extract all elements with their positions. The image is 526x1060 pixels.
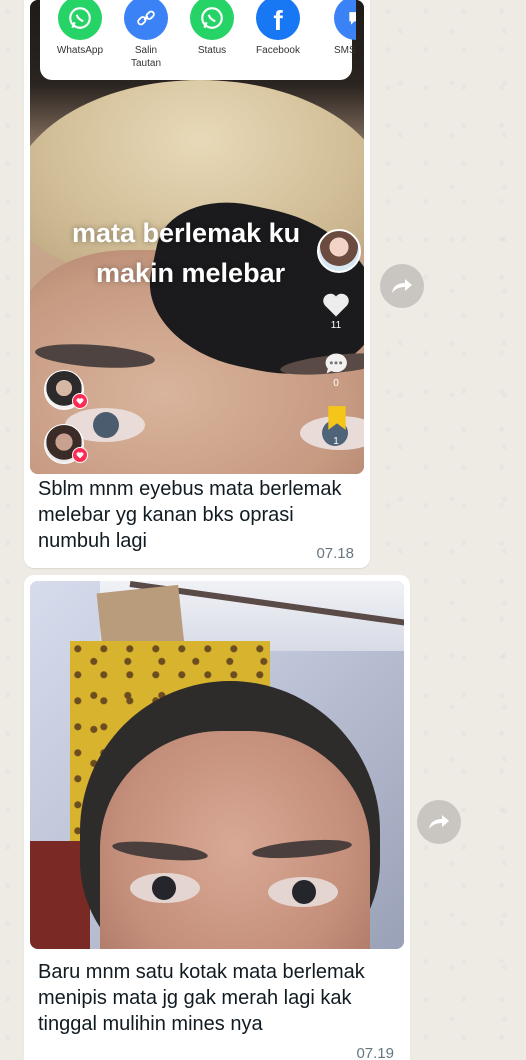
bookmark-icon — [326, 405, 348, 436]
forward-icon — [429, 815, 449, 829]
share-sms[interactable]: SMS — [312, 0, 356, 57]
like-icon — [321, 290, 351, 323]
share-status[interactable]: Status — [180, 0, 244, 57]
video-thumbnail[interactable]: WhatsApp Salin Tautan Status f Facebook — [30, 0, 364, 474]
link-icon — [124, 0, 168, 40]
sms-icon — [334, 0, 356, 40]
message-bubble[interactable]: WhatsApp Salin Tautan Status f Facebook — [24, 0, 370, 568]
whatsapp-icon — [58, 0, 102, 40]
share-facebook[interactable]: f Facebook — [246, 0, 310, 57]
message-timestamp: 07.19 — [356, 1045, 394, 1060]
heart-badge-icon — [72, 393, 88, 409]
message-caption: Baru mnm satu kotak mata berlemak menipi… — [38, 961, 365, 1035]
video-overlay-text: mata berlemak ku — [72, 218, 301, 248]
message-caption: Sblm mnm eyebus mata berlemak melebar yg… — [38, 478, 342, 552]
forward-button[interactable] — [417, 800, 461, 844]
like-count: 11 — [330, 320, 342, 331]
comment-count: 0 — [333, 378, 339, 389]
share-sheet: WhatsApp Salin Tautan Status f Facebook — [40, 0, 356, 80]
share-copy-link[interactable]: Salin Tautan — [114, 0, 178, 70]
share-whatsapp[interactable]: WhatsApp — [48, 0, 112, 57]
whatsapp-status-icon — [190, 0, 234, 40]
photo-thumbnail[interactable] — [30, 581, 404, 949]
video-overlay-text: makin melebar — [96, 258, 286, 288]
forward-button[interactable] — [380, 264, 424, 308]
message-timestamp: 07.18 — [316, 545, 354, 562]
forward-icon — [392, 279, 412, 293]
creator-avatar — [317, 229, 361, 273]
message-bubble[interactable]: Baru mnm satu kotak mata berlemak menipi… — [24, 575, 410, 1060]
save-count: 1 — [333, 436, 339, 447]
facebook-icon: f — [256, 0, 300, 40]
heart-badge-icon — [72, 447, 88, 463]
